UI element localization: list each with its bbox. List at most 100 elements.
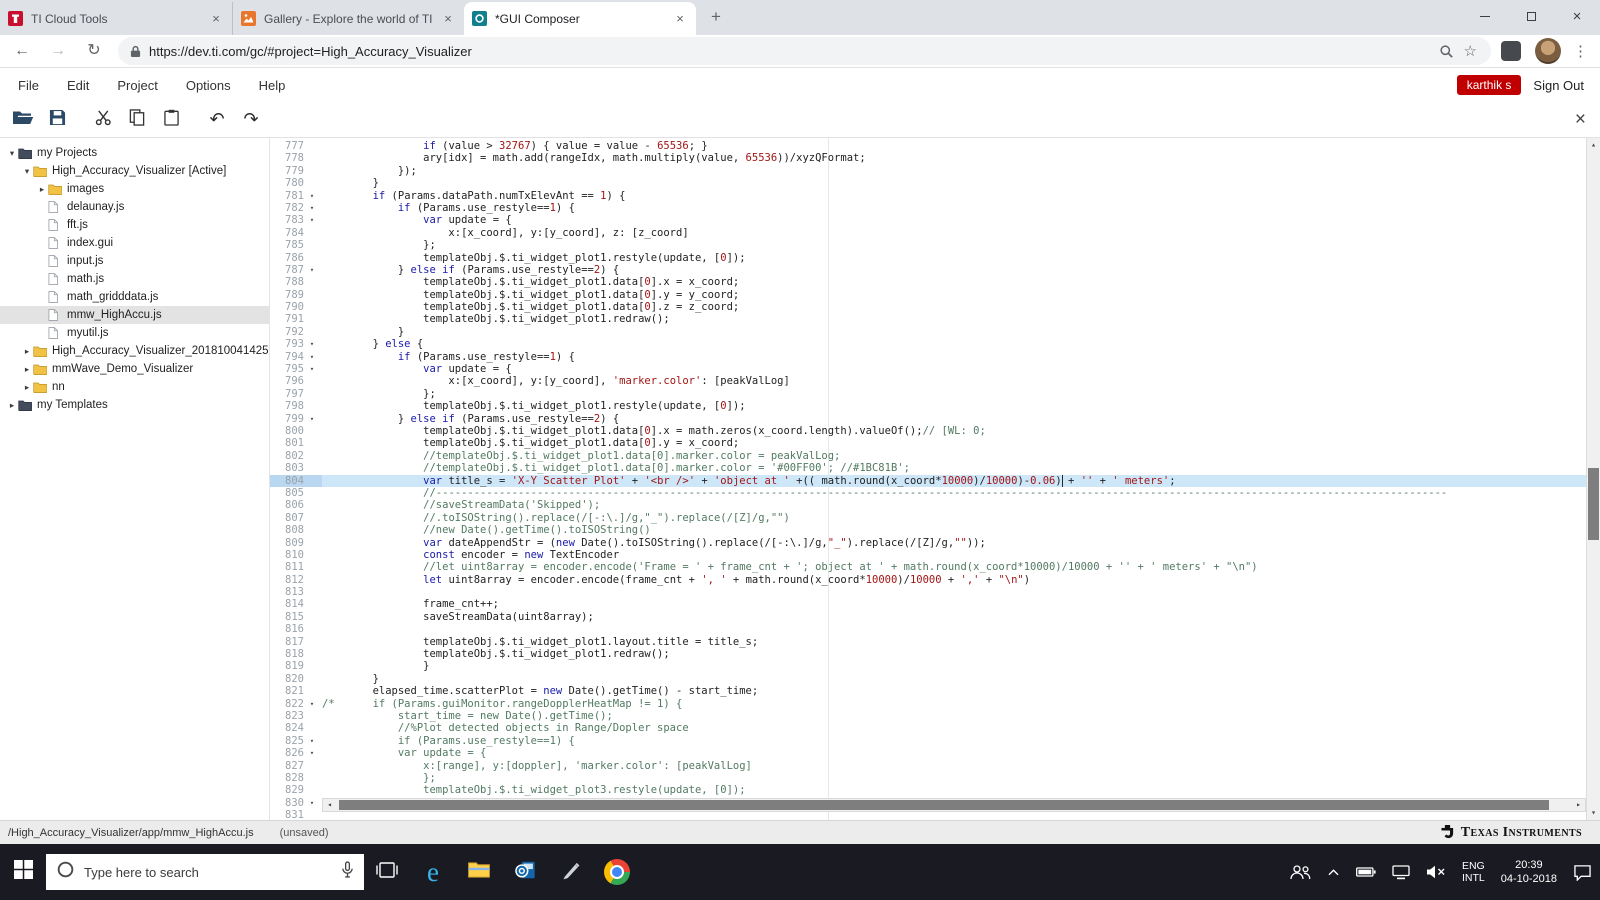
- tray-language[interactable]: ENG INTL: [1454, 860, 1493, 884]
- gutter-line-804[interactable]: 804: [270, 474, 322, 487]
- tray-clock[interactable]: 20:39 04-10-2018: [1493, 858, 1565, 886]
- task-view-button[interactable]: [364, 844, 410, 900]
- scroll-down-icon[interactable]: ▾: [1587, 806, 1600, 820]
- code-line-791[interactable]: templateObj.$.ti_widget_plot1.redraw();: [322, 313, 1586, 325]
- code-line-811[interactable]: //let uint8array = encoder.encode('Frame…: [322, 561, 1586, 573]
- gutter-line-794[interactable]: 794 ▾: [270, 351, 322, 363]
- tree-item-math-gridddata-js[interactable]: math_gridddata.js: [0, 288, 269, 306]
- gutter-line-824[interactable]: 824: [270, 722, 322, 734]
- tree-item-my-templates[interactable]: ▸ my Templates: [0, 396, 269, 414]
- code-line-785[interactable]: };: [322, 239, 1586, 251]
- code-line-821[interactable]: elapsed_time.scatterPlot = new Date().ge…: [322, 685, 1586, 697]
- editor-content[interactable]: if (value > 32767) { value = value - 655…: [322, 138, 1586, 820]
- gutter-line-795[interactable]: 795 ▾: [270, 363, 322, 375]
- gutter-line-793[interactable]: 793 ▾: [270, 338, 322, 350]
- gutter-line-799[interactable]: 799 ▾: [270, 413, 322, 425]
- fold-icon[interactable]: ▾: [304, 698, 320, 710]
- zoom-indicator-icon[interactable]: [1439, 44, 1454, 59]
- back-button[interactable]: ←: [8, 37, 36, 65]
- code-line-779[interactable]: });: [322, 165, 1586, 177]
- taskbar-outlook[interactable]: [502, 844, 548, 900]
- code-line-794[interactable]: if (Params.use_restyle==1) {: [322, 351, 1586, 363]
- fold-icon[interactable]: ▾: [304, 363, 320, 375]
- code-line-805[interactable]: //--------------------------------------…: [322, 487, 1586, 499]
- code-line-828[interactable]: };: [322, 772, 1586, 784]
- code-line-816[interactable]: [322, 623, 1586, 635]
- fold-icon[interactable]: ▾: [304, 747, 320, 759]
- taskbar-pinned-app[interactable]: [548, 844, 594, 900]
- code-line-799[interactable]: } else if (Params.use_restyle==2) {: [322, 413, 1586, 425]
- gutter-line-784[interactable]: 784: [270, 227, 322, 239]
- code-line-807[interactable]: //.toISOString().replace(/[-:\.]/g,"_").…: [322, 512, 1586, 524]
- tray-show-hidden-icons[interactable]: [1319, 868, 1348, 877]
- code-line-780[interactable]: }: [322, 177, 1586, 189]
- gutter-line-797[interactable]: 797: [270, 388, 322, 400]
- tree-item-input-js[interactable]: input.js: [0, 252, 269, 270]
- code-line-798[interactable]: templateObj.$.ti_widget_plot1.restyle(up…: [322, 400, 1586, 412]
- code-line-786[interactable]: templateObj.$.ti_widget_plot1.restyle(up…: [322, 252, 1586, 264]
- gutter-line-816[interactable]: 816: [270, 623, 322, 635]
- tab-close-icon[interactable]: ×: [208, 11, 224, 27]
- tree-item-myutil-js[interactable]: myutil.js: [0, 324, 269, 342]
- gutter-line-809[interactable]: 809: [270, 537, 322, 549]
- paste-button[interactable]: [154, 105, 188, 135]
- fold-icon[interactable]: ▾: [304, 413, 320, 425]
- tray-volume-muted-icon[interactable]: [1418, 865, 1454, 879]
- gutter-line-788[interactable]: 788: [270, 276, 322, 288]
- url-text[interactable]: https://dev.ti.com/gc/#project=High_Accu…: [149, 44, 1429, 59]
- horizontal-scrollbar[interactable]: ◂ ▸: [322, 798, 1586, 812]
- code-line-808[interactable]: //new Date().getTime().toISOString(): [322, 524, 1586, 536]
- tree-item-high-accuracy-visualizer-20181004142510[interactable]: ▸ High_Accuracy_Visualizer_20181004142510: [0, 342, 269, 360]
- user-badge[interactable]: karthik s: [1456, 75, 1522, 95]
- gutter-line-798[interactable]: 798: [270, 400, 322, 412]
- open-project-button[interactable]: [6, 105, 40, 135]
- start-button[interactable]: [0, 844, 46, 900]
- browser-tab-ti-cloud-tools[interactable]: TI Cloud Tools ×: [0, 2, 232, 35]
- gutter-line-818[interactable]: 818: [270, 648, 322, 660]
- gutter-line-787[interactable]: 787 ▾: [270, 264, 322, 276]
- gutter-line-815[interactable]: 815: [270, 611, 322, 623]
- undo-button[interactable]: ↶: [200, 105, 234, 135]
- gutter-line-785[interactable]: 785: [270, 239, 322, 251]
- menu-edit[interactable]: Edit: [67, 78, 89, 93]
- code-line-819[interactable]: }: [322, 660, 1586, 672]
- sign-out-link[interactable]: Sign Out: [1533, 78, 1584, 93]
- gutter-line-802[interactable]: 802: [270, 450, 322, 462]
- gutter-line-828[interactable]: 828: [270, 772, 322, 784]
- code-line-801[interactable]: templateObj.$.ti_widget_plot1.data[0].y …: [322, 437, 1586, 449]
- reload-button[interactable]: ↻: [80, 37, 108, 65]
- gutter-line-831[interactable]: 831: [270, 809, 322, 820]
- gutter-line-811[interactable]: 811: [270, 561, 322, 573]
- gutter-line-791[interactable]: 791: [270, 313, 322, 325]
- gutter-line-777[interactable]: 777: [270, 140, 322, 152]
- tree-expand-icon[interactable]: ▸: [6, 400, 18, 411]
- code-line-790[interactable]: templateObj.$.ti_widget_plot1.data[0].z …: [322, 301, 1586, 313]
- gutter-line-796[interactable]: 796: [270, 375, 322, 387]
- code-line-777[interactable]: if (value > 32767) { value = value - 655…: [322, 140, 1586, 152]
- tree-expand-icon[interactable]: ▸: [21, 364, 33, 375]
- code-line-823[interactable]: start_time = new Date().getTime();: [322, 710, 1586, 722]
- tree-item-fft-js[interactable]: fft.js: [0, 216, 269, 234]
- tree-expand-icon[interactable]: ▸: [21, 346, 33, 357]
- tree-item-my-projects[interactable]: ▾ my Projects: [0, 144, 269, 162]
- microphone-icon[interactable]: [341, 861, 354, 883]
- save-button[interactable]: [40, 105, 74, 135]
- profile-avatar[interactable]: [1535, 38, 1561, 64]
- gutter-line-822[interactable]: 822 ▾: [270, 698, 322, 710]
- code-line-803[interactable]: //templateObj.$.ti_widget_plot1.data[0].…: [322, 462, 1586, 474]
- gutter-line-789[interactable]: 789: [270, 289, 322, 301]
- code-line-825[interactable]: if (Params.use_restyle==1) {: [322, 735, 1586, 747]
- gutter-line-823[interactable]: 823: [270, 710, 322, 722]
- fold-icon[interactable]: ▾: [304, 190, 320, 202]
- tree-item-delaunay-js[interactable]: delaunay.js: [0, 198, 269, 216]
- gutter-line-819[interactable]: 819: [270, 660, 322, 672]
- tab-close-icon[interactable]: ×: [440, 11, 456, 27]
- taskbar-file-explorer[interactable]: [456, 844, 502, 900]
- scroll-up-icon[interactable]: ▴: [1587, 138, 1600, 152]
- tray-network-icon[interactable]: [1384, 864, 1418, 880]
- tab-close-icon[interactable]: ×: [672, 11, 688, 27]
- address-bar[interactable]: https://dev.ti.com/gc/#project=High_Accu…: [118, 37, 1491, 65]
- tree-collapse-icon[interactable]: ▾: [6, 148, 18, 159]
- gutter-line-827[interactable]: 827: [270, 760, 322, 772]
- fold-icon[interactable]: ▾: [304, 338, 320, 350]
